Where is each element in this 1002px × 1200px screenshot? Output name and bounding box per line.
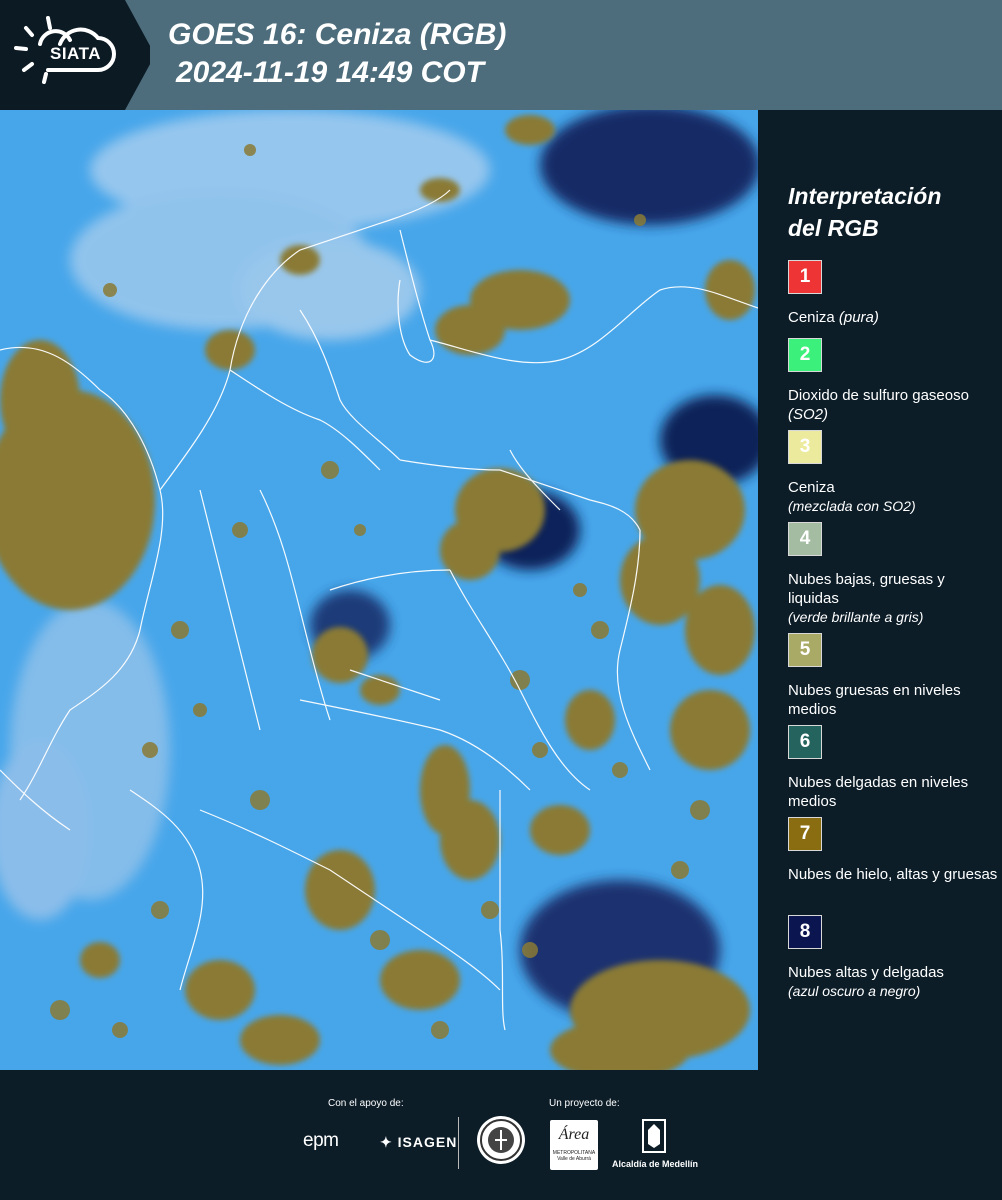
legend-sublabel: (verde brillante a gris) (788, 609, 924, 625)
medellin-seal-logo (477, 1116, 525, 1164)
support-label: Con el apoyo de: (328, 1098, 404, 1109)
legend-label: Nubes de hielo, altas y gruesas (788, 866, 998, 883)
legend-swatch: 5 (788, 633, 822, 667)
legend-label: Nubes gruesas en niveles medios (788, 682, 961, 718)
project-label: Un proyecto de: (549, 1098, 620, 1109)
legend-label: Nubes delgadas en niveles medios (788, 774, 969, 810)
legend-title-line1: Interpretación (788, 183, 942, 209)
legend-item-ash-pure: 1 Ceniza (pura) (788, 260, 998, 327)
legend-label: Nubes altas y delgadas (788, 964, 944, 981)
footer: Con el apoyo de: epm ✦ ISAGEN Un proyect… (0, 1070, 1002, 1200)
legend-label: Nubes bajas, gruesas y liquidas (788, 571, 945, 607)
area-metropolitana-logo: Área METROPOLITANA Valle de Aburrá (550, 1120, 598, 1170)
alcaldia-shield-icon (642, 1119, 666, 1153)
seal-icon (480, 1119, 522, 1161)
legend-title-line2: del RGB (788, 215, 879, 241)
legend-swatch: 6 (788, 725, 822, 759)
title-timestamp: 2024-11-19 14:49 COT (176, 56, 484, 89)
legend-item-thin-mid-clouds: 6 Nubes delgadas en niveles medios (788, 725, 998, 811)
legend-swatch: 1 (788, 260, 822, 294)
legend-sublabel: (azul oscuro a negro) (788, 983, 921, 999)
legend-swatch: 4 (788, 522, 822, 556)
legend-swatch: 8 (788, 915, 822, 949)
legend-label: Dioxido de sulfuro gaseoso (SO2) (788, 387, 969, 423)
legend-item-high-thin-clouds: 8 Nubes altas y delgadas (azul oscuro a … (788, 915, 998, 1001)
legend-item-ice-clouds: 7 Nubes de hielo, altas y gruesas (788, 817, 998, 884)
page-title: GOES 16: Ceniza (RGB) 2024-11-19 14:49 C… (168, 16, 506, 92)
legend-sublabel: (mezclada con SO2) (788, 498, 916, 514)
isagen-logo: ✦ ISAGEN (380, 1134, 458, 1150)
epm-logo: epm (303, 1130, 339, 1151)
legend-swatch: 2 (788, 338, 822, 372)
legend-item-so2: 2 Dioxido de sulfuro gaseoso (SO2) (788, 338, 998, 424)
legend-title: Interpretación del RGB (788, 180, 941, 244)
legend-label: Ceniza (pura) (788, 309, 879, 326)
title-product: GOES 16: Ceniza (RGB) (168, 18, 507, 51)
logo-text: SIATA (50, 44, 101, 63)
footer-divider (458, 1117, 459, 1169)
satellite-map[interactable] (0, 110, 758, 1070)
rgb-legend: Interpretación del RGB 1 Ceniza (pura) 2… (758, 110, 1002, 1070)
legend-swatch: 3 (788, 430, 822, 464)
alcaldia-logo-text: Alcaldía de Medellín (612, 1159, 699, 1169)
legend-item-ash-mixed: 3 Ceniza (mezclada con SO2) (788, 430, 998, 516)
legend-label: Ceniza (788, 479, 835, 496)
satellite-image (0, 110, 758, 1070)
header-bar: SIATA GOES 16: Ceniza (RGB) 2024-11-19 1… (0, 0, 1002, 110)
legend-item-low-clouds: 4 Nubes bajas, gruesas y liquidas (verde… (788, 522, 998, 627)
legend-swatch: 7 (788, 817, 822, 851)
siata-logo: SIATA (0, 0, 150, 110)
legend-item-thick-mid-clouds: 5 Nubes gruesas en niveles medios (788, 633, 998, 719)
